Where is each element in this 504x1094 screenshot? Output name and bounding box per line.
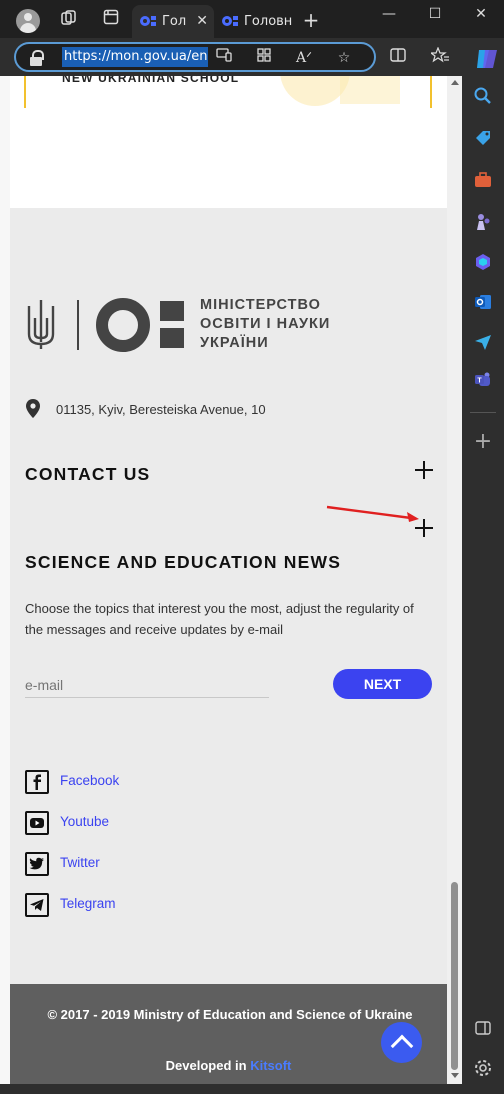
split-screen-icon[interactable] [388,47,408,67]
teams-icon[interactable]: T [473,370,493,390]
favorites-icon[interactable] [429,46,450,67]
banner-border-right [430,76,432,108]
contact-us-title[interactable]: CONTACT US [25,464,150,485]
logo-ring-icon [96,298,150,352]
social-label[interactable]: Facebook [60,773,119,788]
close-window-button[interactable]: ✕ [458,0,504,30]
next-button[interactable]: NEXT [333,669,432,699]
shopping-tag-icon[interactable] [473,128,493,148]
logo-square-icon [160,301,184,321]
ministry-logo-text[interactable]: МІНІСТЕРСТВО ОСВІТИ І НАУКИ УКРАЇНИ [200,296,330,353]
tab-inactive[interactable]: Головн [214,5,292,38]
trident-icon [27,300,55,349]
background-page-strip [0,76,10,1084]
banner-decoration [340,76,400,104]
news-description: Choose the topics that interest you the … [25,601,414,637]
site-favicon-icon [140,16,156,28]
news-title: SCIENCE AND EDUCATION NEWS [25,552,342,572]
workspaces-icon[interactable] [58,9,80,31]
facebook-icon [25,770,49,794]
read-aloud-icon[interactable]: Aᐟ [294,48,314,68]
scrollbar-thumb[interactable] [451,882,458,1070]
apps-grid-icon[interactable] [254,48,274,68]
scroll-to-top-button[interactable] [381,1022,422,1063]
settings-gear-icon[interactable] [473,1058,493,1078]
scroll-up-arrow-icon[interactable] [451,80,459,85]
email-input[interactable] [25,670,269,698]
maximize-button[interactable]: ☐ [412,0,458,30]
lock-icon[interactable] [30,50,44,66]
telegram-icon [25,893,49,917]
developer-link[interactable]: Kitsoft [250,1058,291,1073]
logo-line: ОСВІТИ І НАУКИ [200,316,331,332]
sidebar-layout-icon[interactable] [473,1018,493,1038]
banner-card: NEW UKRAINIAN SCHOOL [10,76,447,208]
tools-briefcase-icon[interactable] [473,170,493,190]
address-bar[interactable]: https://mon.gov.ua/eng Aᐟ ☆ [14,42,376,72]
address-bar-row: https://mon.gov.ua/eng Aᐟ ☆ [0,38,504,76]
sidebar-divider [470,412,496,413]
add-sidebar-app-icon[interactable]: + [473,431,493,453]
window-bottom-edge [0,1084,462,1094]
page-viewport: NEW UKRAINIAN SCHOOL МІНІСТЕРСТВО ОСВІТИ… [10,76,447,1084]
site-favicon-icon [222,16,238,28]
tab-actions-icon[interactable] [100,9,122,31]
games-chess-icon[interactable] [473,212,493,232]
contact-expand-plus-icon[interactable] [415,461,433,479]
social-label[interactable]: Telegram [60,896,116,911]
new-tab-button[interactable]: + [300,9,322,31]
url-text[interactable]: https://mon.gov.ua/eng [62,47,208,67]
developed-in-text: Developed in [165,1058,247,1073]
svg-text:T: T [477,378,482,385]
site-footer: МІНІСТЕРСТВО ОСВІТИ І НАУКИ УКРАЇНИ 0113… [10,208,447,984]
tab-active[interactable]: Гол ✕ [132,5,214,38]
logo-divider [77,300,79,350]
browser-title-bar: Гол ✕ Головн + — ☐ ✕ [0,0,504,38]
tab-title: Гол [162,14,187,29]
logo-square-icon [160,328,184,348]
copilot-icon[interactable] [474,48,500,70]
copyright-bar: © 2017 - 2019 Ministry of Education and … [10,984,447,1084]
outlook-icon[interactable] [473,292,493,312]
copilot-sidebar-icon[interactable] [473,252,493,272]
social-label[interactable]: Youtube [60,814,109,829]
minimize-button[interactable]: — [366,0,412,30]
page-scrollbar[interactable] [447,76,462,1084]
developed-in-line: Developed in Kitsoft [10,1058,447,1073]
red-annotation-arrow-icon [326,505,419,522]
twitter-icon [25,852,49,876]
location-pin-icon [26,399,40,418]
youtube-icon [25,811,49,835]
scroll-down-arrow-icon[interactable] [451,1073,459,1078]
tab-title: Головн [244,14,292,29]
copyright-text: © 2017 - 2019 Ministry of Education and … [47,1007,413,1022]
logo-line: МІНІСТЕРСТВО [200,297,321,313]
social-label[interactable]: Twitter [60,855,100,870]
address-text: 01135, Kyiv, Beresteiska Avenue, 10 [56,402,266,417]
browser-sidebar: T + [462,76,504,1094]
profile-avatar-icon[interactable] [16,9,40,33]
app-available-icon[interactable] [214,48,234,68]
banner-border-left [24,76,26,108]
logo-line: УКРАЇНИ [200,335,269,351]
drop-send-icon[interactable] [473,332,493,352]
search-icon[interactable] [473,86,493,106]
close-tab-icon[interactable]: ✕ [196,5,208,38]
favorite-star-icon[interactable]: ☆ [334,48,354,68]
banner-text[interactable]: NEW UKRAINIAN SCHOOL [62,76,239,85]
